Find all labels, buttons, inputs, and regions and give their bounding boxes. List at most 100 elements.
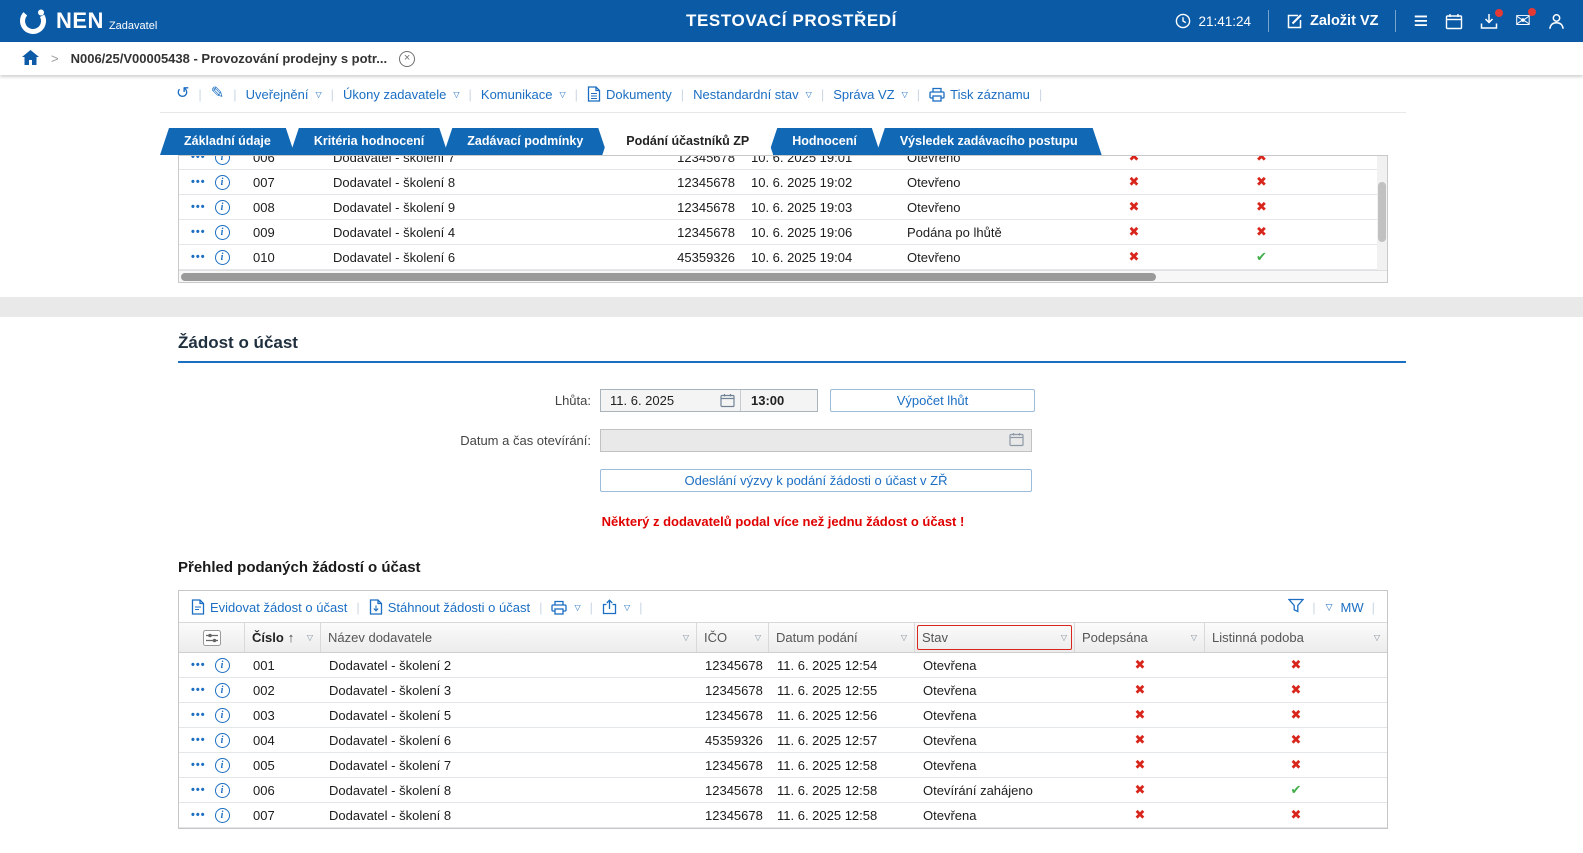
mw-dropdown-icon[interactable]: ▽ xyxy=(1326,602,1333,613)
menu-dokumenty[interactable]: Dokumenty xyxy=(587,86,672,102)
table-row[interactable]: ••• i 006 Dodavatel - školení 7 12345678… xyxy=(179,156,1377,170)
tab-zakladni-udaje[interactable]: Základní údaje xyxy=(160,128,295,155)
row-menu-icon[interactable]: ••• xyxy=(191,201,206,213)
menu-komunikace[interactable]: Komunikace ▽ xyxy=(481,87,566,102)
row-menu-icon[interactable]: ••• xyxy=(191,709,206,721)
row-info-icon[interactable]: i xyxy=(214,657,230,673)
row-info-icon[interactable]: i xyxy=(214,707,230,723)
calendar-icon[interactable] xyxy=(1445,13,1463,30)
create-vz-label: Založit VZ xyxy=(1310,13,1379,29)
tab-podani-ucastniku-zp[interactable]: Podání účastníků ZP xyxy=(602,128,773,155)
row-info-icon[interactable]: i xyxy=(214,199,230,215)
cell-cislo: 004 xyxy=(253,732,275,748)
horizontal-scrollbar[interactable] xyxy=(179,270,1387,282)
row-menu-icon[interactable]: ••• xyxy=(191,784,206,796)
nen-home-link[interactable]: NEN Zadavatel xyxy=(18,6,157,36)
close-record-icon[interactable]: × xyxy=(399,50,416,67)
row-actions: ••• i xyxy=(179,757,245,773)
column-header-datum-podani[interactable]: Datum podání ▽ xyxy=(769,623,915,652)
breadcrumb-record[interactable]: N006/25/V00005438 - Provozování prodejny… xyxy=(71,51,387,66)
row-info-icon[interactable]: i xyxy=(214,807,230,823)
cell-datum-podani: 11. 6. 2025 12:56 xyxy=(777,707,878,723)
home-icon[interactable] xyxy=(22,49,39,68)
row-menu-icon[interactable]: ••• xyxy=(191,659,206,671)
column-header-podepsana[interactable]: Podepsána ▽ xyxy=(1075,623,1205,652)
row-menu-icon[interactable]: ••• xyxy=(191,759,206,771)
row-menu-icon[interactable]: ••• xyxy=(191,226,206,238)
row-menu-icon[interactable]: ••• xyxy=(191,809,206,821)
tab-zadavaci-podminky[interactable]: Zadávací podmínky xyxy=(443,128,607,155)
export-button[interactable]: ▽ xyxy=(602,599,630,615)
column-header-stav[interactable]: Stav ▽ xyxy=(915,623,1075,652)
table-row[interactable]: ••• i 004 Dodavatel - školení 6 45359326… xyxy=(179,728,1387,753)
edit-record-icon[interactable]: ✎ xyxy=(211,86,224,102)
cell-nazev-dodavatele: Dodavatel - školení 9 xyxy=(333,199,456,215)
column-header-cislo[interactable]: Číslo ↑ ▽ xyxy=(245,623,321,652)
column-header-ico[interactable]: IČO ▽ xyxy=(697,623,769,652)
row-info-icon[interactable]: i xyxy=(214,732,230,748)
column-header-nazev-dodavatele[interactable]: Název dodavatele ▽ xyxy=(321,623,697,652)
row-info-icon[interactable]: i xyxy=(214,757,230,773)
cell-podepsana: ✖ xyxy=(1075,782,1205,798)
column-filter-icon[interactable]: ▽ xyxy=(1191,633,1197,642)
print-table-button[interactable]: ▽ xyxy=(551,600,581,615)
column-filter-icon[interactable]: ▽ xyxy=(307,633,313,642)
row-info-icon[interactable]: i xyxy=(214,156,230,165)
menu-uverejneni[interactable]: Uveřejnění ▽ xyxy=(246,87,322,102)
row-info-icon[interactable]: i xyxy=(214,224,230,240)
table-row[interactable]: ••• i 010 Dodavatel - školení 6 45359326… xyxy=(179,245,1377,270)
menu-nestandardni-stav[interactable]: Nestandardní stav ▽ xyxy=(693,87,812,102)
calendar-picker-icon[interactable] xyxy=(720,393,735,408)
row-menu-icon[interactable]: ••• xyxy=(191,684,206,696)
column-header-listinna-podoba[interactable]: Listinná podoba ▽ xyxy=(1205,623,1387,652)
menu-ukony-zadavatele[interactable]: Úkony zadavatele ▽ xyxy=(343,87,460,102)
row-menu-icon[interactable]: ••• xyxy=(191,251,206,263)
table-row[interactable]: ••• i 001 Dodavatel - školení 2 12345678… xyxy=(179,653,1387,678)
table-row[interactable]: ••• i 002 Dodavatel - školení 3 12345678… xyxy=(179,678,1387,703)
column-settings-button[interactable] xyxy=(179,623,245,652)
row-info-icon[interactable]: i xyxy=(214,174,230,190)
tab-kriteria-hodnoceni[interactable]: Kritéria hodnocení xyxy=(290,128,448,155)
history-undo-icon[interactable]: ↺ xyxy=(176,86,189,102)
lhuta-time-value[interactable]: 13:00 xyxy=(741,393,817,408)
menu-icon[interactable]: ≡ xyxy=(1413,8,1428,34)
user-icon[interactable] xyxy=(1548,13,1565,30)
column-filter-icon[interactable]: ▽ xyxy=(1061,633,1067,642)
odeslani-vyzvy-button[interactable]: Odeslání výzvy k podání žádosti o účast … xyxy=(600,469,1032,492)
table-row[interactable]: ••• i 008 Dodavatel - školení 9 12345678… xyxy=(179,195,1377,220)
row-menu-icon[interactable]: ••• xyxy=(191,176,206,188)
vertical-scrollbar-thumb[interactable] xyxy=(1378,182,1386,242)
table-row[interactable]: ••• i 005 Dodavatel - školení 7 12345678… xyxy=(179,753,1387,778)
stahnout-zadosti-button[interactable]: Stáhnout žádosti o účast xyxy=(369,599,530,615)
filter-icon[interactable] xyxy=(1287,598,1305,616)
create-vz-button[interactable]: Založit VZ xyxy=(1286,13,1378,30)
mw-label[interactable]: MW xyxy=(1341,600,1364,615)
horizontal-scrollbar-thumb[interactable] xyxy=(181,273,1156,281)
table-row[interactable]: ••• i 007 Dodavatel - školení 8 12345678… xyxy=(179,803,1387,828)
evidovat-zadost-button[interactable]: Evidovat žádost o účast xyxy=(191,599,347,615)
row-info-icon[interactable]: i xyxy=(214,682,230,698)
tab-hodnoceni[interactable]: Hodnocení xyxy=(768,128,881,155)
row-menu-icon[interactable]: ••• xyxy=(191,734,206,746)
table-row[interactable]: ••• i 007 Dodavatel - školení 8 12345678… xyxy=(179,170,1377,195)
lhuta-date-value[interactable]: 11. 6. 2025 xyxy=(601,393,720,408)
download-icon[interactable] xyxy=(1480,8,1504,30)
table-row[interactable]: ••• i 006 Dodavatel - školení 8 12345678… xyxy=(179,778,1387,803)
column-filter-icon[interactable]: ▽ xyxy=(1374,633,1380,642)
lhuta-datetime-field[interactable]: 11. 6. 2025 13:00 xyxy=(600,389,818,412)
column-filter-icon[interactable]: ▽ xyxy=(683,633,689,642)
row-menu-icon[interactable]: ••• xyxy=(191,156,206,163)
row-info-icon[interactable]: i xyxy=(214,782,230,798)
menu-tisk-zaznamu[interactable]: Tisk záznamu xyxy=(929,87,1030,102)
row-info-icon[interactable]: i xyxy=(214,249,230,265)
column-filter-icon[interactable]: ▽ xyxy=(901,633,907,642)
table-row[interactable]: ••• i 009 Dodavatel - školení 4 12345678… xyxy=(179,220,1377,245)
menu-sprava-vz[interactable]: Správa VZ ▽ xyxy=(833,87,908,102)
table-row[interactable]: ••• i 003 Dodavatel - školení 5 12345678… xyxy=(179,703,1387,728)
tab-vysledek-zadavaciho-postupu[interactable]: Výsledek zadávacího postupu xyxy=(876,128,1102,155)
column-filter-icon[interactable]: ▽ xyxy=(755,633,761,642)
vypocet-lhut-button[interactable]: Výpočet lhůt xyxy=(830,389,1035,412)
table-rows: ••• i 006 Dodavatel - školení 7 12345678… xyxy=(179,156,1377,270)
vertical-scrollbar[interactable] xyxy=(1377,156,1387,270)
mail-icon[interactable]: ✉ xyxy=(1515,7,1536,31)
